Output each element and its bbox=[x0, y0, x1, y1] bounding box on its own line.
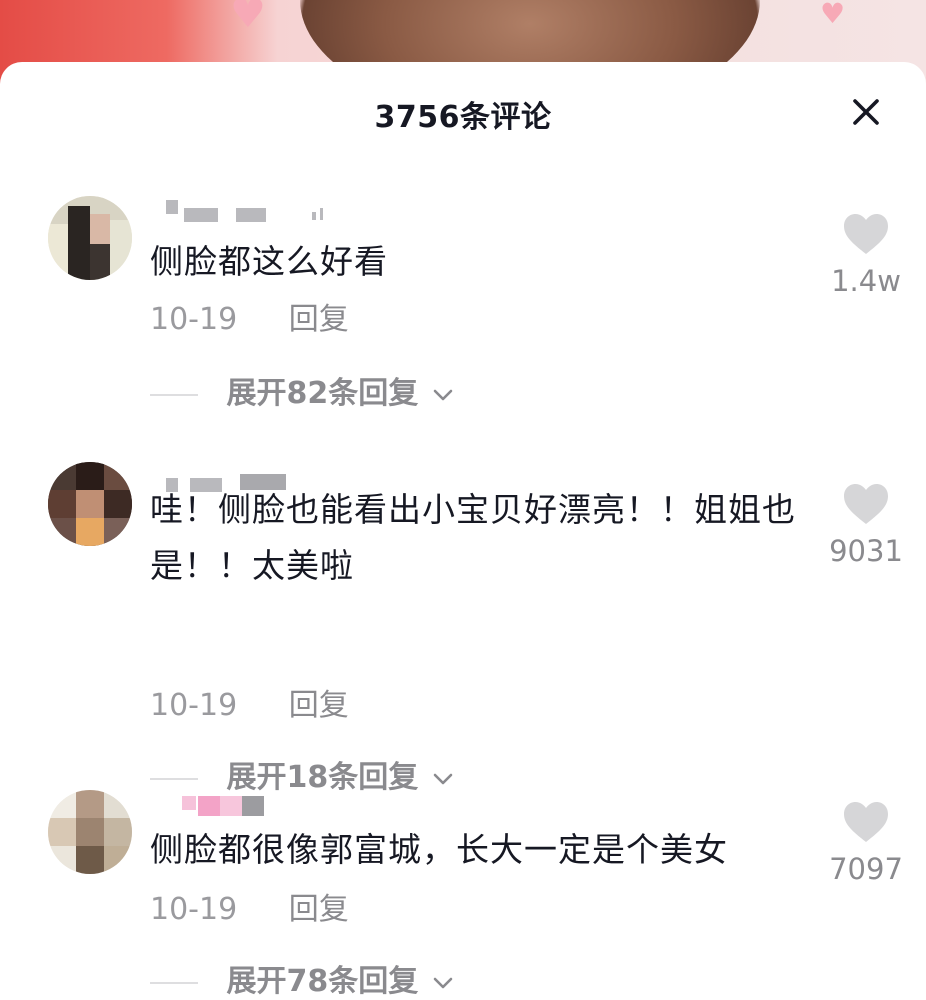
comment-meta: 10-19 回复 bbox=[150, 300, 349, 340]
sheet-header: 3756条评论 bbox=[0, 62, 926, 162]
like-count: 1.4w bbox=[831, 264, 901, 298]
expand-replies-label: 展开82条回复 bbox=[226, 376, 419, 411]
decor-heart-icon: ♥ bbox=[230, 0, 266, 37]
chevron-down-icon bbox=[433, 773, 452, 784]
comment-text: 哇！侧脸也能看出小宝贝好漂亮！！姐姐也是！！太美啦 bbox=[150, 490, 796, 585]
comment-date: 10-19 bbox=[150, 688, 238, 723]
like-count: 7097 bbox=[829, 852, 903, 886]
decor-heart-icon: ♥ bbox=[820, 0, 846, 30]
comment-date: 10-19 bbox=[150, 892, 238, 927]
divider bbox=[150, 777, 198, 780]
divider bbox=[150, 393, 198, 396]
chevron-down-icon bbox=[433, 977, 452, 988]
expand-replies-button[interactable]: 展开82条回复 bbox=[150, 374, 455, 414]
comments-sheet: 3756条评论 侧脸都这么好看 10-19 回复 展开82条回复 1.4w 哇！… bbox=[0, 62, 926, 1000]
like-count: 9031 bbox=[829, 534, 903, 568]
like-button[interactable]: 7097 bbox=[826, 800, 906, 886]
comment-count-title: 3756条评论 bbox=[374, 100, 552, 135]
avatar[interactable] bbox=[48, 462, 132, 546]
heart-icon bbox=[844, 802, 888, 842]
comment-text: 侧脸都这么好看 bbox=[150, 242, 388, 281]
reply-button[interactable]: 回复 bbox=[289, 890, 349, 930]
heart-icon bbox=[844, 484, 888, 524]
comment-meta: 10-19 回复 bbox=[150, 686, 349, 726]
comment-screen: ♥ ♥ 3756条评论 侧脸都这么好看 10-19 回复 展开82条回复 1.4… bbox=[0, 0, 926, 1000]
comment-text: 侧脸都很像郭富城，长大一定是个美女 bbox=[150, 830, 728, 869]
username-redacted[interactable] bbox=[160, 200, 360, 226]
reply-button[interactable]: 回复 bbox=[289, 686, 349, 726]
like-button[interactable]: 9031 bbox=[826, 482, 906, 568]
username-redacted[interactable] bbox=[160, 790, 360, 816]
close-button[interactable] bbox=[846, 92, 886, 132]
expand-replies-label: 展开78条回复 bbox=[226, 964, 419, 999]
comment-meta: 10-19 回复 bbox=[150, 890, 349, 930]
close-icon bbox=[853, 99, 879, 125]
heart-icon bbox=[844, 214, 888, 254]
expand-replies-button[interactable]: 展开78条回复 bbox=[150, 962, 455, 1000]
divider bbox=[150, 981, 198, 984]
avatar[interactable] bbox=[48, 790, 132, 874]
chevron-down-icon bbox=[433, 389, 452, 400]
avatar[interactable] bbox=[48, 196, 132, 280]
like-button[interactable]: 1.4w bbox=[826, 212, 906, 298]
reply-button[interactable]: 回复 bbox=[289, 300, 349, 340]
comment-date: 10-19 bbox=[150, 302, 238, 337]
